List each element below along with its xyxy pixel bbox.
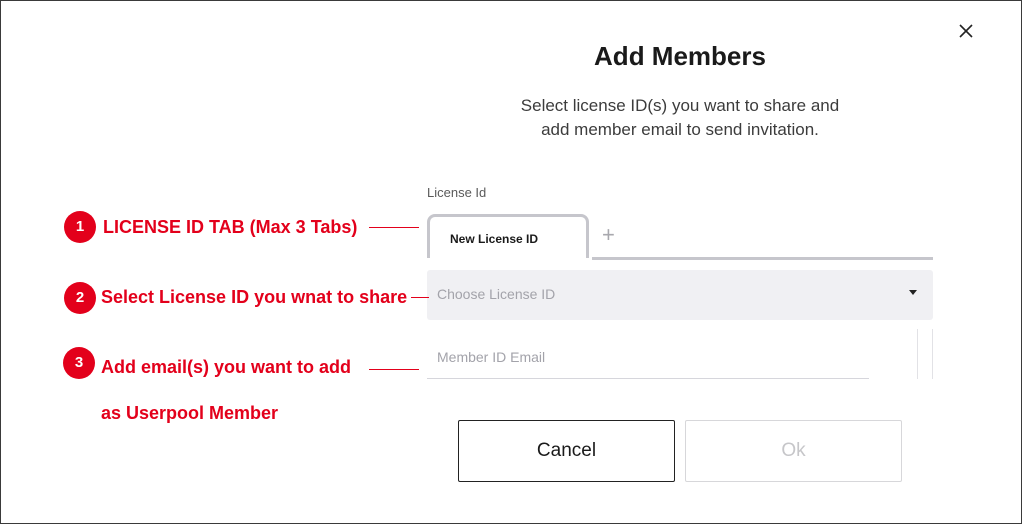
tab-new-license-id[interactable]: New License ID xyxy=(427,214,589,258)
ok-button[interactable]: Ok xyxy=(685,420,902,482)
tab-label: New License ID xyxy=(450,232,539,246)
add-members-dialog: Add Members Select license ID(s) you wan… xyxy=(0,0,1022,524)
annotation-text-1: LICENSE ID TAB (Max 3 Tabs) xyxy=(103,217,358,237)
annotation-line-2 xyxy=(411,297,429,298)
subtitle-line-2: add member email to send invitation. xyxy=(541,120,819,139)
subtitle-line-1: Select license ID(s) you want to share a… xyxy=(520,96,840,115)
close-icon[interactable] xyxy=(956,21,976,41)
add-tab-button[interactable]: + xyxy=(602,222,615,248)
license-select-placeholder: Choose License ID xyxy=(437,286,556,302)
license-id-select[interactable]: Choose License ID xyxy=(427,270,933,320)
license-id-label: License Id xyxy=(427,185,487,200)
annotation-badge-2: 2 xyxy=(64,282,96,314)
dialog-title: Add Members xyxy=(594,41,766,71)
annotation-text-3-line-2: as Userpool Member xyxy=(101,403,279,423)
cancel-button[interactable]: Cancel xyxy=(458,420,675,482)
annotation-text-2: Select License ID you wnat to share xyxy=(101,287,408,307)
annotation-badge-1: 1 xyxy=(64,211,96,243)
annotation-badge-3: 3 xyxy=(63,347,95,379)
annotation-text-3: Add email(s) you want to add xyxy=(101,357,352,377)
member-email-input[interactable] xyxy=(427,335,869,379)
tab-baseline xyxy=(592,257,933,260)
scrollbar[interactable] xyxy=(917,329,933,379)
annotation-line-3 xyxy=(369,369,419,370)
dialog-subtitle: Select license ID(s) you want to share a… xyxy=(431,94,929,142)
annotation-line-1 xyxy=(369,227,419,228)
caret-down-icon xyxy=(909,290,917,295)
